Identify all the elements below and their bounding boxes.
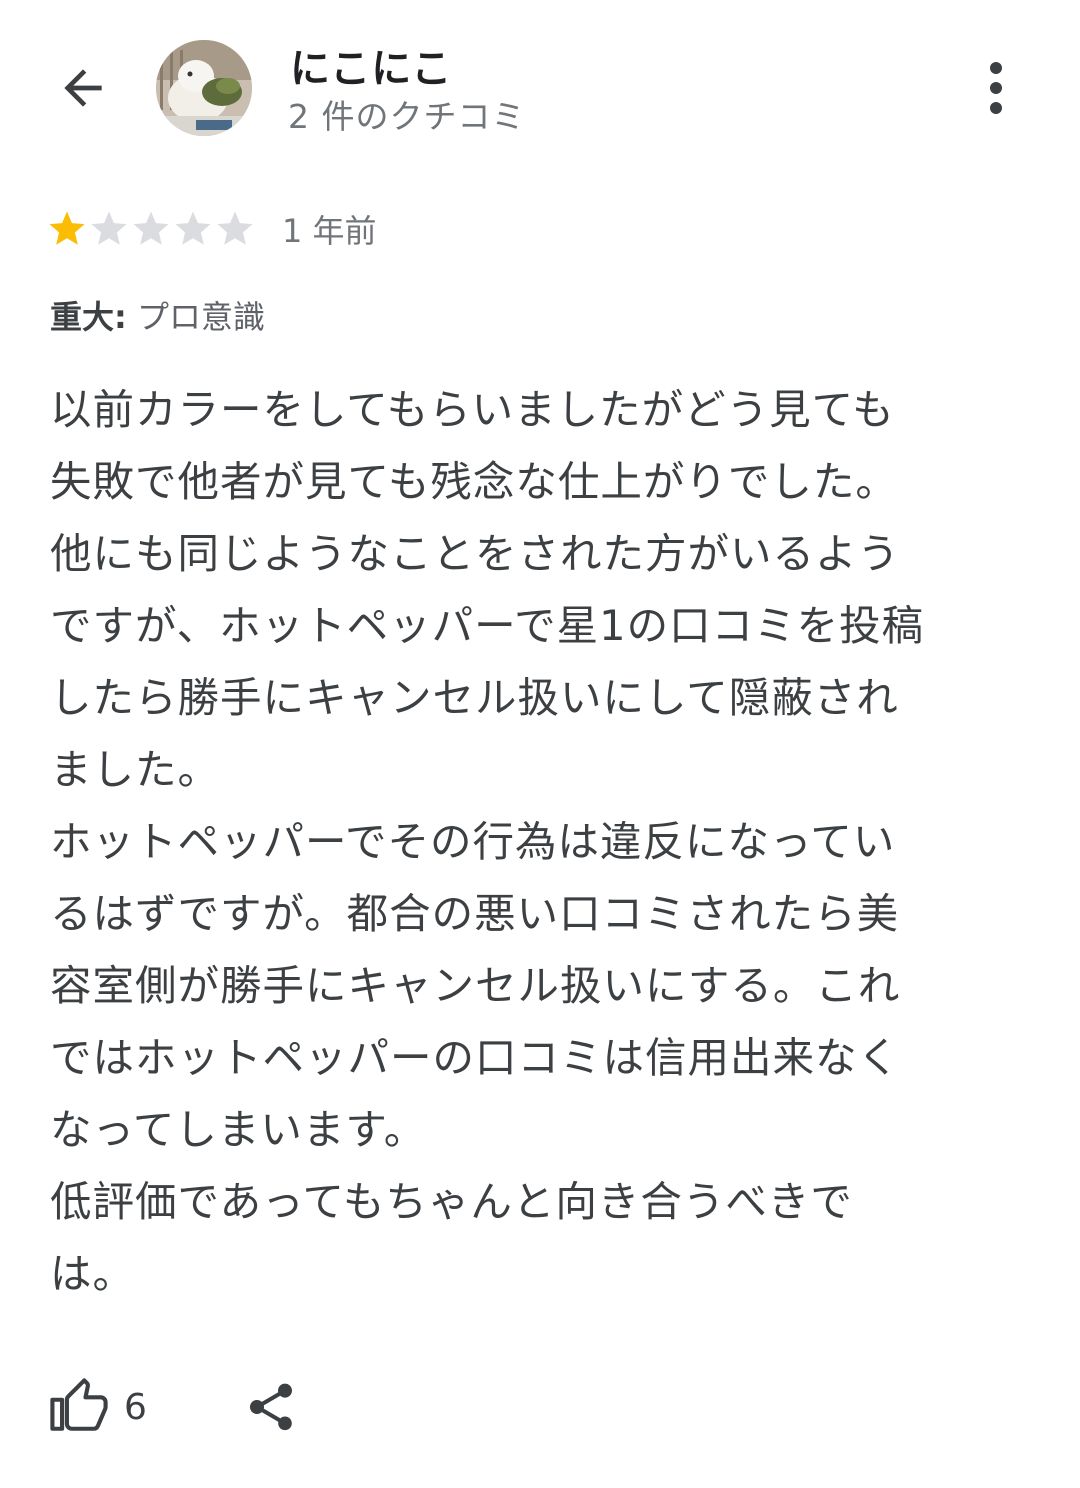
review-line: 失敗で他者が見ても残念な仕上がりでした。 <box>50 457 898 506</box>
like-count: 6 <box>124 1386 147 1428</box>
share-button[interactable] <box>243 1379 299 1435</box>
review-attribute: 重大: プロ意識 <box>50 292 265 338</box>
avatar[interactable] <box>156 40 252 136</box>
review-line: ました。 <box>50 745 221 794</box>
reviewer-name[interactable]: にこにこ <box>290 36 452 94</box>
review-line: るはずですが。都合の悪い口コミされたら美 <box>50 889 900 938</box>
star-filled-icon <box>49 211 85 245</box>
more-vert-icon <box>990 62 1002 114</box>
review-text: 以前カラーをしてもらいましたがどう見ても 失敗で他者が見ても残念な仕上がりでした… <box>50 374 1050 1310</box>
review-line: ホットペッパーでその行為は違反になってい <box>50 817 896 866</box>
attribute-label: 重大: <box>50 298 127 336</box>
star-empty-icon <box>91 211 127 245</box>
review-header: にこにこ 2 件のクチコミ <box>0 0 1080 180</box>
review-line: したら勝手にキャンセル扱いにして隠蔽され <box>50 673 899 722</box>
like-button[interactable]: 6 <box>50 1378 147 1436</box>
rating-row: 1 年前 <box>46 204 377 254</box>
more-options-button[interactable] <box>966 52 1026 124</box>
review-actions: 6 <box>50 1372 299 1442</box>
star-empty-icon <box>175 211 211 245</box>
star-rating <box>46 208 256 250</box>
avatar-image <box>156 40 252 136</box>
review-line: は。 <box>50 1249 136 1298</box>
reviewer-review-count: 2 件のクチコミ <box>288 97 526 136</box>
review-line: なってしまいます。 <box>50 1105 427 1154</box>
review-time: 1 年前 <box>282 212 377 250</box>
review-line: ではホットペッパーの口コミは信用出来なく <box>50 1033 901 1082</box>
back-button[interactable] <box>50 55 116 121</box>
review-line: 他にも同じようなことをされた方がいるよう <box>50 529 901 578</box>
star-empty-icon <box>217 211 253 245</box>
arrow-back-icon <box>64 69 102 107</box>
share-icon <box>249 1383 292 1431</box>
thumb-up-icon <box>50 1378 108 1431</box>
star-empty-icon <box>133 211 169 245</box>
review-line: 容室側が勝手にキャンセル扱いにする。これ <box>50 961 901 1010</box>
review-line: ですが、ホットペッパーで星1の口コミを投稿 <box>50 601 925 650</box>
review-line: 低評価であってもちゃんと向き合うべきで <box>50 1177 853 1226</box>
review-line: 以前カラーをしてもらいましたがどう見ても <box>50 385 895 434</box>
attribute-value: プロ意識 <box>136 298 265 336</box>
